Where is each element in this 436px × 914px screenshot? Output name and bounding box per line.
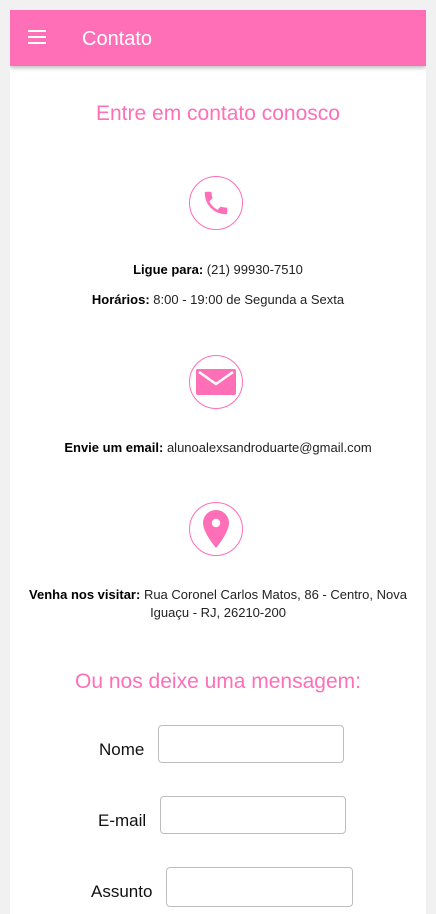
name-label: Nome <box>99 740 145 759</box>
phone-line: Ligue para: (21) 99930-7510 <box>10 261 426 279</box>
contact-heading: Entre em contato conosco <box>96 102 340 125</box>
subject-label: Assunto <box>91 882 153 901</box>
address-block: Venha nos visitar: Rua Coronel Carlos Ma… <box>14 586 422 622</box>
page-title: Contato <box>82 28 153 50</box>
subject-input[interactable] <box>166 867 353 907</box>
mail-icon <box>189 355 243 409</box>
email-line: Envie um email: alunoalexsandroduarte@gm… <box>10 439 426 457</box>
hours-label: Horários: <box>91 292 150 307</box>
address-line-1: Rua Coronel Carlos Matos, 86 - Centro, N… <box>143 587 407 602</box>
email-label: Envie um email: <box>64 440 164 455</box>
hamburger-menu-icon[interactable] <box>28 30 46 46</box>
email-field-label: E-mail <box>98 811 147 830</box>
phone-icon <box>189 176 243 230</box>
hours-line: Horários: 8:00 - 19:00 de Segunda a Sext… <box>10 291 426 309</box>
email-address[interactable]: alunoalexsandroduarte@gmail.com <box>167 440 372 455</box>
phone-label: Ligue para: <box>133 262 204 277</box>
name-input[interactable] <box>158 725 344 763</box>
phone-number[interactable]: (21) 99930-7510 <box>207 262 303 277</box>
visit-label: Venha nos visitar: <box>29 587 141 602</box>
form-heading: Ou nos deixe uma mensagem: <box>75 670 361 693</box>
hours-value: 8:00 - 19:00 de Segunda a Sexta <box>153 292 345 307</box>
app-frame: Contato Entre em contato conosco Ligue p… <box>10 10 426 914</box>
address-line-2: Iguaçu - RJ, 26210-200 <box>150 605 286 620</box>
app-bar: Contato <box>10 10 426 66</box>
location-pin-icon <box>189 502 243 556</box>
email-input[interactable] <box>160 796 346 834</box>
